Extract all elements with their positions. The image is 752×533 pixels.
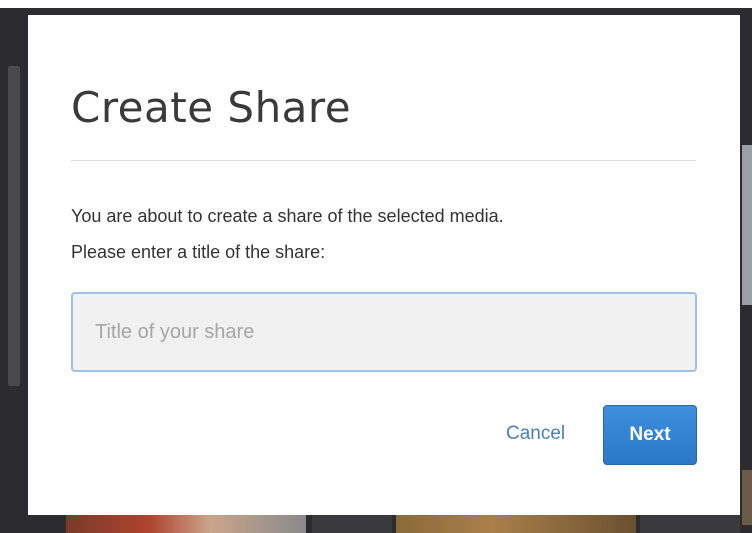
cancel-link[interactable]: Cancel: [506, 423, 565, 445]
background-thumbnail-right-lower: [742, 470, 752, 525]
dialog-title: Create Share: [71, 83, 352, 132]
title-divider: [71, 160, 696, 161]
top-strip: [0, 0, 752, 8]
background-panel-left: [8, 66, 20, 386]
dialog-description: You are about to create a share of the s…: [71, 198, 711, 270]
background-thumbnail: [396, 512, 636, 533]
background-thumbnail: [640, 512, 740, 533]
share-title-input[interactable]: [71, 292, 697, 372]
background-thumbnail: [66, 512, 306, 533]
background-thumbnail-right: [742, 145, 752, 305]
next-button[interactable]: Next: [603, 405, 697, 465]
background-thumbnail: [312, 512, 392, 533]
create-share-dialog: Create Share You are about to create a s…: [28, 15, 740, 515]
app-background: Create Share You are about to create a s…: [0, 0, 752, 533]
description-line-1: You are about to create a share of the s…: [71, 206, 504, 226]
description-line-2: Please enter a title of the share:: [71, 242, 326, 262]
